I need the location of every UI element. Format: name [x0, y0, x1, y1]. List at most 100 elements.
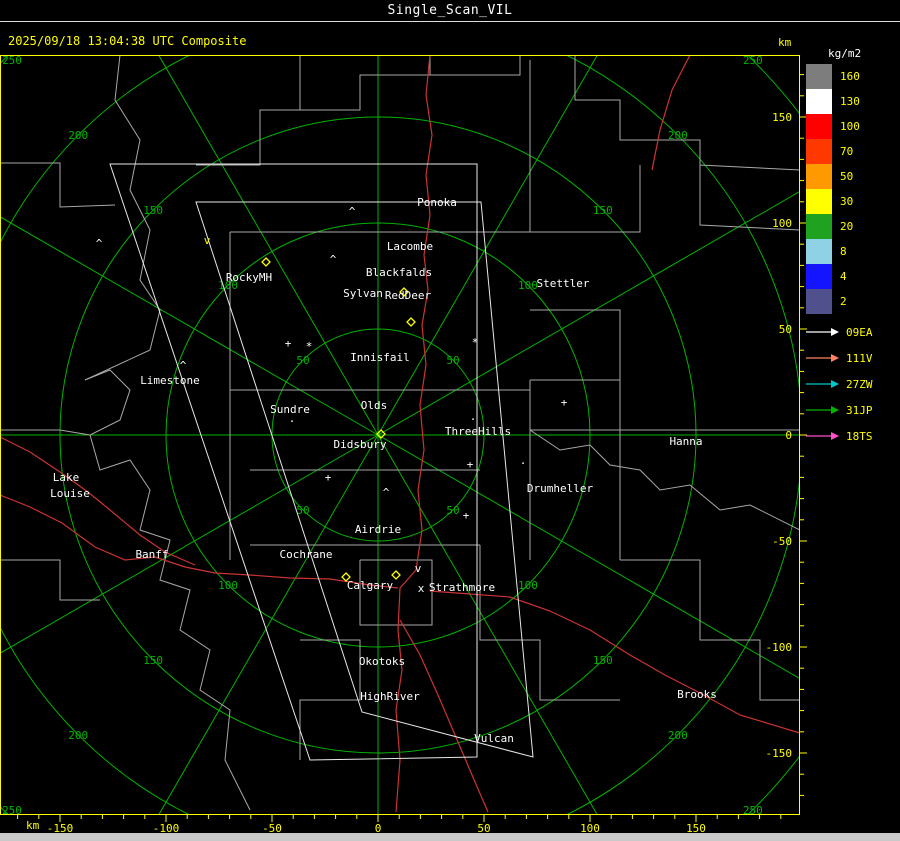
colorbar-swatch: [806, 264, 832, 289]
window-title: Single_Scan_VIL: [387, 3, 513, 18]
bottom-axis-unit-label: km: [26, 819, 40, 832]
colorbar-swatch: [806, 289, 832, 314]
city-label: Lake: [53, 471, 80, 484]
city-label: Stettler: [537, 277, 590, 290]
range-radial: [377, 434, 598, 815]
colorbar-value: 160: [840, 70, 860, 83]
radar-id-label: 31JP: [846, 403, 873, 417]
range-ring-label: 150: [143, 654, 163, 667]
right-axis-unit-label: km: [778, 36, 792, 49]
colorbar-swatch: [806, 239, 832, 264]
colorbar-value: 20: [840, 220, 854, 233]
map-marker: ^: [383, 486, 390, 499]
range-ring: [0, 55, 800, 815]
right-axis-tick-label: -100: [766, 641, 793, 654]
city-label: Banff: [135, 548, 168, 561]
range-ring-label: 200: [68, 129, 88, 142]
colorbar-value: 100: [840, 120, 860, 133]
range-ring-label: 100: [518, 579, 538, 592]
range-radial: [158, 55, 379, 436]
colorbar-value: 130: [840, 95, 860, 108]
city-label: Sundre: [270, 403, 310, 416]
city-label: Okotoks: [359, 655, 405, 668]
map-marker: *: [306, 340, 313, 353]
colorbar-value: 50: [840, 170, 854, 183]
colorbar-entry: 2: [806, 289, 868, 314]
county-boundary: [620, 559, 800, 701]
radar-arrow-icon: [806, 354, 839, 362]
range-ring-label: 150: [593, 654, 613, 667]
range-ring-label: 200: [68, 729, 88, 742]
city-label: Calgary: [347, 579, 394, 592]
range-ring-label: 50: [296, 354, 309, 367]
radar-site-marker: [261, 257, 271, 267]
city-label: Louise: [50, 487, 90, 500]
window-edge-strip: [0, 833, 900, 841]
colorbar-entry: 70: [806, 139, 868, 164]
radar-id-label: 111V: [846, 351, 873, 365]
range-ring-label: 150: [593, 204, 613, 217]
city-label: ThreeHills: [445, 425, 511, 438]
map-layer: 50 50 50 50 100 100 100 100 150 150 150 150 200 200 20…: [0, 54, 800, 815]
radar-site-marker: [406, 317, 416, 327]
right-axis-tick-label: -50: [772, 535, 792, 548]
range-radial: [377, 55, 598, 436]
map-marker: +: [467, 458, 474, 471]
colorbar-unit-label: kg/m2: [828, 47, 862, 60]
radar-display[interactable]: 50 5050 50100 100100 100150 150150 150200 20020…: [0, 0, 900, 841]
county-boundary: [430, 55, 521, 76]
county-boundary: [0, 429, 91, 436]
city-label: RedDeer: [385, 289, 432, 302]
city-label: HighRiver: [360, 690, 420, 703]
radar-legend-entry: 18TS: [806, 423, 873, 449]
radar-site-marker: [391, 570, 401, 580]
map-marker: v: [204, 234, 211, 247]
county-boundary: [529, 429, 800, 531]
county-boundary: [479, 545, 620, 701]
range-ring-label: 150: [143, 204, 163, 217]
colorbar-swatch: [806, 164, 832, 189]
colorbar-swatch: [806, 139, 832, 164]
colorbar-entry: 50: [806, 164, 868, 189]
county-boundary: [574, 55, 800, 171]
radar-legend-entry: 111V: [806, 345, 873, 371]
colorbar-entry: 4: [806, 264, 868, 289]
map-marker: +: [285, 337, 292, 350]
county-boundary: [530, 165, 641, 233]
radar-legend-entry: 09EA: [806, 319, 873, 345]
city-label: Limestone: [140, 374, 200, 387]
county-boundary: [0, 559, 100, 601]
county-boundary: [196, 55, 301, 166]
highway: [429, 590, 800, 734]
right-axis-tick-label: 150: [772, 111, 792, 124]
city-label: RockyMH: [226, 271, 272, 284]
highway: [0, 436, 196, 566]
right-axis-tick-label: 100: [772, 217, 792, 230]
map-marker: +: [463, 509, 470, 522]
radar-id-label: 09EA: [846, 325, 873, 339]
colorbar-entry: 8: [806, 239, 868, 264]
map-marker: +: [561, 396, 568, 409]
city-label: Airdrie: [355, 523, 401, 536]
radar-id-label: 27ZW: [846, 377, 873, 391]
map-marker: *: [472, 336, 479, 349]
range-ring-label: 250: [743, 54, 763, 67]
city-label: Innisfail: [350, 351, 410, 364]
window-title-bar: Single_Scan_VIL: [0, 0, 900, 22]
radar-arrow-icon: [806, 406, 839, 414]
city-label: Drumheller: [527, 482, 594, 495]
colorbar-swatch: [806, 89, 832, 114]
county-boundary: [0, 162, 116, 208]
right-axis-tick-label: 0: [785, 429, 792, 442]
radar-site-legend: 09EA 111V 27ZW 31JP 18TS: [806, 319, 873, 449]
range-ring-label: 100: [518, 279, 538, 292]
colorbar-entry: 30: [806, 189, 868, 214]
radar-scan-outline: [195, 201, 534, 758]
colorbar-value: 70: [840, 145, 854, 158]
map-marker: ^: [96, 237, 103, 250]
map-marker: v: [415, 562, 422, 575]
right-axis-tick-label: -150: [766, 747, 793, 760]
radar-id-label: 18TS: [846, 429, 873, 443]
radar-legend-entry: 27ZW: [806, 371, 873, 397]
colorbar-entry: 100: [806, 114, 868, 139]
